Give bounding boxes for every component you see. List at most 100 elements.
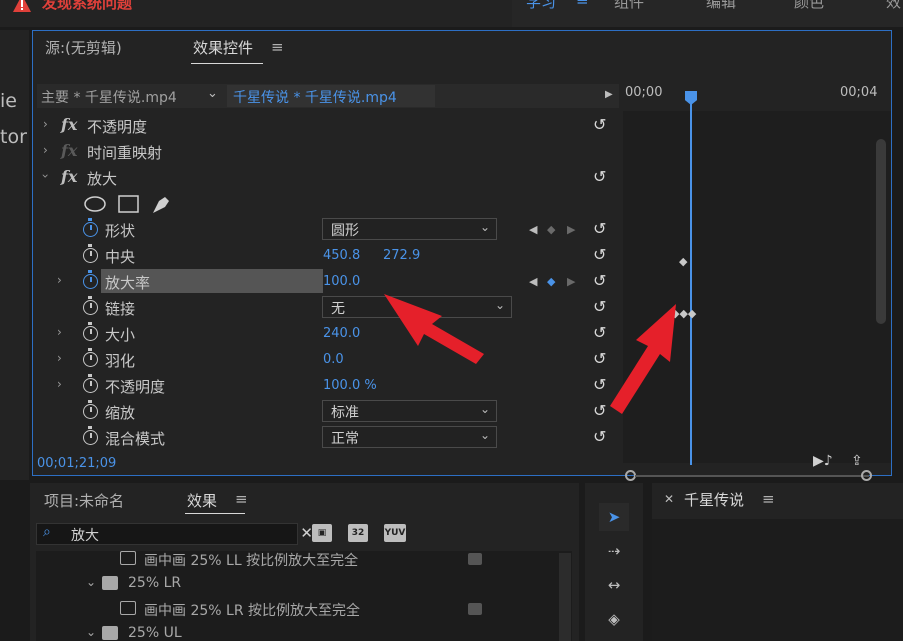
- list-item[interactable]: ⌄ 25% UL: [36, 622, 566, 641]
- chevron-down-icon[interactable]: ⌄: [207, 86, 218, 101]
- size-value[interactable]: 240.0: [323, 326, 360, 341]
- prev-keyframe-icon[interactable]: ◀: [529, 275, 537, 288]
- expand-chevron-icon[interactable]: ›: [43, 143, 48, 157]
- workspace-editing[interactable]: 编辑: [706, 0, 736, 12]
- workspace-effects[interactable]: 效: [886, 0, 901, 12]
- workspace-color[interactable]: 颜色: [794, 0, 824, 12]
- play-only-icon[interactable]: ▶: [605, 89, 613, 100]
- timeline-zoom-scrollbar[interactable]: [623, 467, 891, 481]
- blend-mode-dropdown[interactable]: 正常 ⌄: [322, 426, 497, 448]
- collapse-chevron-icon[interactable]: ›: [38, 174, 52, 179]
- panel-menu-icon[interactable]: ≡: [271, 38, 284, 56]
- list-item[interactable]: 画中画 25% LR 按比例放大至完全: [36, 597, 566, 622]
- chevron-down-icon: ⌄: [479, 220, 490, 234]
- property-label: 不透明度: [105, 378, 166, 396]
- program-viewer[interactable]: [652, 519, 903, 641]
- pen-mask-icon[interactable]: [153, 197, 169, 213]
- shape-dropdown[interactable]: 圆形 ⌄: [322, 218, 497, 240]
- reset-icon[interactable]: ↺: [593, 245, 606, 264]
- sequence-clip-label[interactable]: 千星传说 * 千星传说.mp4: [227, 85, 435, 107]
- zoom-track: [635, 475, 869, 477]
- selection-tool-icon[interactable]: ➤: [599, 503, 629, 531]
- list-item[interactable]: 画中画 25% LL 按比例放大至完全: [36, 547, 566, 572]
- effect-properties: › fx 不透明度 ↺ › fx 时间重映射 › fx 放大 ↺ 形状 圆形 ⌄…: [37, 113, 619, 453]
- expand-chevron-icon[interactable]: ›: [43, 117, 48, 131]
- red-arrow-left: [384, 294, 484, 364]
- panel-menu-icon[interactable]: ≡: [762, 490, 775, 508]
- item-label: 画中画 25% LR 按比例放大至完全: [144, 603, 360, 619]
- expand-chevron-icon[interactable]: ›: [57, 377, 62, 391]
- tab-project[interactable]: 项目:未命名: [44, 490, 124, 511]
- workspace-menu-icon[interactable]: ≡: [576, 0, 589, 9]
- stopwatch-icon[interactable]: [83, 348, 98, 367]
- audio-filter-icon[interactable]: ▶♪: [813, 453, 833, 469]
- opacity-value[interactable]: 100.0 %: [323, 378, 377, 393]
- program-title[interactable]: 千星传说: [684, 489, 744, 510]
- magnification-value[interactable]: 100.0: [323, 274, 360, 289]
- track-select-tool-icon[interactable]: ⇢: [599, 537, 629, 565]
- reset-icon[interactable]: ↺: [593, 115, 606, 134]
- export-icon[interactable]: ⇪: [851, 453, 863, 469]
- 32bit-effects-icon[interactable]: 32: [348, 524, 368, 542]
- feather-value[interactable]: 0.0: [323, 352, 344, 367]
- stopwatch-icon[interactable]: [83, 322, 98, 341]
- stopwatch-icon[interactable]: [83, 218, 98, 237]
- stopwatch-icon[interactable]: [83, 244, 98, 263]
- dropdown-value: 圆形: [331, 223, 359, 239]
- expand-chevron-icon[interactable]: ›: [57, 273, 62, 287]
- expand-chevron-icon[interactable]: ›: [57, 351, 62, 365]
- ellipse-mask-icon[interactable]: [84, 196, 106, 212]
- keyframe-icon[interactable]: ◆: [679, 255, 687, 268]
- playhead-line[interactable]: [690, 103, 692, 465]
- center-y-value[interactable]: 272.9: [383, 248, 420, 263]
- add-keyframe-icon[interactable]: ◆: [547, 275, 555, 288]
- ripple-edit-tool-icon[interactable]: ↔: [599, 571, 629, 599]
- add-keyframe-icon[interactable]: ◆: [547, 223, 555, 236]
- fx-icon[interactable]: fx: [61, 167, 77, 186]
- reset-icon[interactable]: ↺: [593, 271, 606, 290]
- scaling-dropdown[interactable]: 标准 ⌄: [322, 400, 497, 422]
- next-keyframe-icon[interactable]: ▶: [567, 223, 575, 236]
- effect-row-time-remap[interactable]: › fx 时间重映射: [37, 139, 619, 165]
- master-clip-label[interactable]: 主要 * 千星传说.mp4: [41, 87, 177, 107]
- workspace-assembly[interactable]: 组件: [614, 0, 644, 12]
- razor-tool-icon[interactable]: ◈: [599, 605, 629, 633]
- workspace-learn[interactable]: 学习: [526, 0, 556, 12]
- yuv-effects-icon[interactable]: YUV: [384, 524, 406, 542]
- reset-icon[interactable]: ↺: [593, 427, 606, 446]
- list-item[interactable]: ⌄ 25% LR: [36, 572, 566, 597]
- expand-chevron-icon[interactable]: ›: [57, 325, 62, 339]
- vertical-scrollbar[interactable]: [876, 139, 886, 324]
- tab-effect-controls[interactable]: 效果控件: [193, 37, 253, 58]
- system-warning[interactable]: 发现系统问题: [42, 0, 132, 13]
- chevron-down-icon[interactable]: ⌄: [86, 625, 96, 639]
- stopwatch-icon[interactable]: [83, 400, 98, 419]
- effects-search[interactable]: ⌕ 放大 ✕: [36, 523, 313, 545]
- stopwatch-icon[interactable]: [83, 426, 98, 445]
- tab-source[interactable]: 源:(无剪辑): [45, 37, 122, 58]
- time-ruler[interactable]: 00;00 00;04: [623, 63, 891, 111]
- property-link: 链接 无 ⌄ ↺: [37, 295, 619, 321]
- chevron-down-icon[interactable]: ⌄: [86, 575, 96, 589]
- zoom-handle-right[interactable]: [861, 470, 872, 481]
- property-label: 羽化: [105, 352, 136, 370]
- list-scrollbar[interactable]: [559, 553, 571, 641]
- stopwatch-icon[interactable]: [83, 296, 98, 315]
- next-keyframe-icon[interactable]: ▶: [567, 275, 575, 288]
- effect-row-opacity[interactable]: › fx 不透明度 ↺: [37, 113, 619, 139]
- stopwatch-icon[interactable]: [83, 270, 98, 289]
- reset-icon[interactable]: ↺: [593, 167, 606, 186]
- reset-icon[interactable]: ↺: [593, 219, 606, 238]
- current-timecode[interactable]: 00;01;21;09: [37, 456, 116, 471]
- effect-row-magnify[interactable]: › fx 放大 ↺: [37, 165, 619, 191]
- close-icon[interactable]: ✕: [664, 492, 674, 506]
- prev-keyframe-icon[interactable]: ◀: [529, 223, 537, 236]
- center-x-value[interactable]: 450.8: [323, 248, 360, 263]
- rectangle-mask-icon[interactable]: [118, 195, 139, 213]
- fx-icon[interactable]: fx: [61, 115, 77, 134]
- stopwatch-icon[interactable]: [83, 374, 98, 393]
- search-input[interactable]: 放大: [71, 525, 99, 545]
- tab-effects[interactable]: 效果: [187, 490, 217, 511]
- panel-menu-icon[interactable]: ≡: [235, 490, 248, 508]
- accelerated-effects-icon[interactable]: ▣: [312, 524, 332, 542]
